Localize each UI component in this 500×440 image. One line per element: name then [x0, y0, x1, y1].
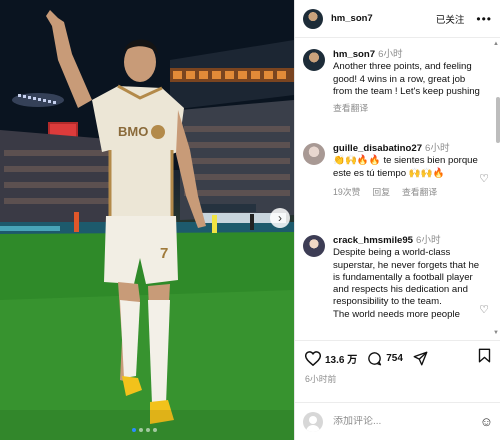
comment-input[interactable]	[333, 416, 480, 427]
comment-time: 6小时	[425, 143, 450, 154]
carousel-dot[interactable]	[132, 428, 136, 432]
save-button[interactable]	[478, 348, 491, 368]
comment-text: Despite being a world-class superstar, h…	[333, 247, 480, 308]
svg-text:BMO: BMO	[118, 124, 148, 139]
carousel-dots	[132, 428, 157, 432]
comments-scrollbar[interactable]	[496, 97, 500, 143]
carousel-dot[interactable]	[146, 428, 150, 432]
post-photo[interactable]: BMO 7 ›	[0, 0, 294, 440]
commenter-avatar[interactable]	[303, 143, 325, 165]
comment-reply-button[interactable]: 回复	[372, 186, 390, 198]
caption-time: 6小时	[378, 49, 403, 60]
comment-item: crack_hmsmile95 6小时 Despite being a world…	[303, 235, 489, 321]
share-button[interactable]	[413, 351, 428, 366]
commenter-avatar[interactable]	[303, 235, 325, 257]
comment-count: 754	[386, 352, 403, 364]
heart-icon	[305, 350, 321, 366]
comment-text: 👏🙌🔥🔥 te sientes bien porque este es tú t…	[333, 155, 478, 179]
caption-author-avatar[interactable]	[303, 49, 325, 71]
carousel-dot[interactable]	[153, 428, 157, 432]
bookmark-icon	[478, 348, 491, 363]
svg-text:7: 7	[160, 245, 168, 262]
comment-like-heart-icon[interactable]: ♡	[479, 172, 489, 185]
comment-translate-link[interactable]: 查看翻译	[402, 186, 437, 198]
posted-time: 6小时前	[305, 374, 337, 384]
comment-text-continued: The world needs more people	[333, 308, 460, 320]
caption-text: Another three points, and feeling good! …	[333, 61, 480, 97]
action-row: 13.6 万 754	[295, 341, 500, 375]
scroll-down-arrow-icon[interactable]: ▼	[493, 330, 499, 336]
author-avatar[interactable]	[303, 8, 323, 29]
post-actions: 13.6 万 754 6小时前	[295, 340, 500, 385]
caption-body: hm_son7 6小时 Another three points, and fee…	[333, 49, 483, 114]
comments-list[interactable]: hm_son7 6小时 Another three points, and fee…	[295, 39, 500, 338]
smiley-icon[interactable]: ☺	[480, 414, 493, 429]
scroll-up-arrow-icon[interactable]: ▲	[493, 41, 499, 47]
like-button[interactable]: 13.6 万	[305, 350, 358, 366]
comment-button[interactable]: 754	[367, 351, 403, 366]
comment-body: crack_hmsmile95 6小时 Despite being a world…	[333, 235, 483, 321]
paper-plane-icon	[413, 351, 428, 365]
speech-bubble-icon	[368, 351, 382, 365]
author-username[interactable]: hm_son7	[331, 13, 373, 24]
carousel-next-button[interactable]: ›	[270, 208, 290, 228]
photo-scene: BMO 7	[0, 0, 294, 440]
caption-translate-link[interactable]: 查看翻译	[333, 102, 368, 114]
caption-username[interactable]: hm_son7	[333, 49, 375, 60]
post-caption: hm_son7 6小时 Another three points, and fee…	[303, 49, 489, 114]
comment-time: 6小时	[416, 235, 441, 246]
comment-like-heart-icon[interactable]: ♡	[479, 303, 489, 316]
chevron-right-icon: ›	[278, 211, 282, 225]
current-user-avatar	[303, 411, 323, 432]
caption-meta: 查看翻译	[333, 102, 483, 114]
post-side-panel: hm_son7 已关注 ••• hm_son7 6小时 Another three…	[294, 0, 500, 440]
comment-meta: 19次赞 回复 查看翻译	[333, 186, 483, 198]
comment-username[interactable]: guille_disabatino27	[333, 143, 422, 154]
carousel-dot[interactable]	[139, 428, 143, 432]
comment-username[interactable]: crack_hmsmile95	[333, 235, 413, 246]
follow-status-button[interactable]: 已关注	[436, 12, 465, 26]
comment-body: guille_disabatino27 6小时 👏🙌🔥🔥 te sientes b…	[333, 143, 483, 198]
more-options-icon[interactable]: •••	[476, 12, 492, 26]
post-header: hm_son7 已关注 •••	[295, 0, 500, 38]
comment-item: guille_disabatino27 6小时 👏🙌🔥🔥 te sientes b…	[303, 143, 489, 198]
add-comment-bar: ☺	[295, 402, 500, 440]
like-count: 13.6 万	[325, 354, 358, 366]
comment-likes-count[interactable]: 19次赞	[333, 186, 360, 198]
